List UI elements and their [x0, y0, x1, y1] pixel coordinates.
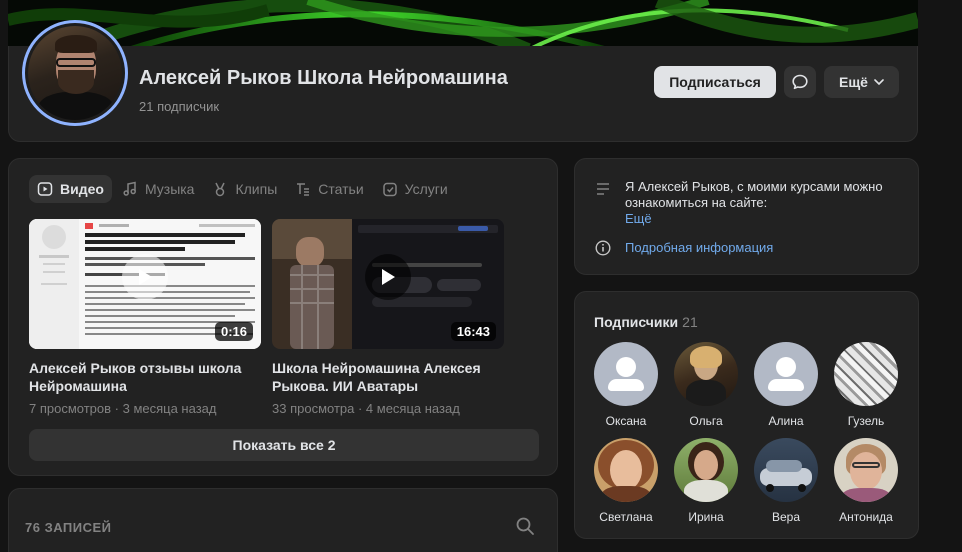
info-description: Я Алексей Рыков, с моими курсами можно о…	[625, 179, 883, 210]
subscriber-name: Светлана	[599, 510, 653, 524]
services-icon	[382, 182, 397, 197]
media-section: Видео Музыка Клипы Статьи Услуги 0:16 Ал…	[8, 158, 558, 476]
video-duration: 0:16	[214, 322, 253, 341]
video-thumbnail[interactable]: 16:43	[272, 219, 504, 349]
music-icon	[123, 181, 136, 196]
video-icon	[37, 182, 53, 196]
video-title[interactable]: Алексей Рыков отзывы школа Нейромашина	[29, 359, 261, 395]
avatar	[754, 342, 818, 406]
tab-music-label: Музыка	[144, 181, 195, 197]
info-section: Я Алексей Рыков, с моими курсами можно о…	[574, 158, 919, 275]
video-meta: 7 просмотров · 3 месяца назад	[29, 401, 217, 416]
subscribe-button[interactable]: Подписаться	[654, 66, 776, 98]
video-thumbnail[interactable]: 0:16	[29, 219, 261, 349]
tab-video[interactable]: Видео	[29, 175, 112, 203]
more-button-label: Ещё	[839, 74, 868, 90]
posts-search-button[interactable]	[515, 516, 535, 541]
profile-avatar[interactable]	[22, 20, 128, 126]
tab-articles[interactable]: Статьи	[287, 175, 371, 203]
subscriber-item[interactable]: Гузель	[831, 342, 901, 428]
message-icon	[792, 74, 808, 90]
subscribers-count: 21	[682, 314, 698, 330]
subscriber-name: Оксана	[605, 414, 647, 428]
subscriber-item[interactable]: Ирина	[671, 438, 741, 524]
tab-music[interactable]: Музыка	[114, 175, 203, 203]
subscriber-name: Ольга	[689, 414, 723, 428]
text-align-icon	[597, 183, 609, 195]
tab-services-label: Услуги	[404, 181, 448, 197]
video-card[interactable]: 16:43 Школа Нейромашина Алексея Рыкова. …	[272, 219, 504, 416]
clips-icon	[215, 182, 226, 197]
subscriber-name: Антонида	[839, 510, 893, 524]
avatar	[594, 438, 658, 502]
play-icon	[122, 254, 168, 300]
posts-section: 76 ЗАПИСЕЙ	[8, 488, 558, 552]
tab-video-label: Видео	[60, 181, 104, 197]
subscriber-name: Ирина	[688, 510, 724, 524]
video-title[interactable]: Школа Нейромашина Алексея Рыкова. ИИ Ава…	[272, 359, 504, 395]
subscriber-item[interactable]: Ольга	[671, 342, 741, 428]
subscriber-item[interactable]: Вера	[751, 438, 821, 524]
more-button[interactable]: Ещё	[824, 66, 899, 98]
info-description-row: Я Алексей Рыков, с моими курсами можно о…	[595, 179, 910, 226]
subscriber-item[interactable]: Оксана	[591, 342, 661, 428]
media-tabs: Видео Музыка Клипы Статьи Услуги	[29, 175, 456, 203]
video-duration: 16:43	[450, 322, 496, 341]
subscriber-name: Гузель	[847, 414, 885, 428]
show-all-videos-button[interactable]: Показать все 2	[29, 429, 539, 461]
subscribers-title[interactable]: Подписчики 21	[594, 314, 698, 330]
video-meta: 33 просмотра · 4 месяца назад	[272, 401, 460, 416]
play-icon	[365, 254, 411, 300]
cover-image	[8, 0, 918, 50]
info-icon	[595, 240, 611, 256]
subscriber-name: Алина	[768, 414, 804, 428]
subscribers-title-label: Подписчики	[594, 314, 679, 330]
info-details-link[interactable]: Подробная информация	[625, 240, 773, 256]
subscriber-item[interactable]: Светлана	[591, 438, 661, 524]
profile-name: Алексей Рыков Школа Нейромашина	[139, 67, 508, 89]
message-button[interactable]	[784, 66, 816, 98]
info-details-row[interactable]: Подробная информация	[595, 240, 773, 256]
avatar	[834, 342, 898, 406]
subscribers-section: Подписчики 21 Оксана Ольга Алина Гузель С…	[574, 291, 919, 539]
profile-subscribers-count[interactable]: 21 подписчик	[139, 99, 219, 114]
avatar	[674, 438, 738, 502]
subscriber-item[interactable]: Антонида	[831, 438, 901, 524]
avatar	[834, 438, 898, 502]
subscriber-name: Вера	[771, 510, 801, 524]
tab-services[interactable]: Услуги	[374, 175, 456, 203]
search-icon	[516, 517, 534, 535]
avatar	[674, 342, 738, 406]
video-card[interactable]: 0:16 Алексей Рыков отзывы школа Нейромаш…	[29, 219, 261, 416]
posts-count: 76 ЗАПИСЕЙ	[25, 520, 112, 535]
articles-icon	[297, 183, 310, 196]
avatar	[754, 438, 818, 502]
tab-articles-label: Статьи	[318, 181, 364, 197]
page-gutter	[918, 0, 962, 552]
info-more-link[interactable]: Ещё	[625, 211, 910, 226]
tab-clips[interactable]: Клипы	[204, 175, 285, 203]
tab-clips-label: Клипы	[235, 181, 278, 197]
subscriber-item[interactable]: Алина	[751, 342, 821, 428]
profile-header	[8, 46, 918, 142]
avatar	[594, 342, 658, 406]
chevron-down-icon	[874, 79, 884, 85]
